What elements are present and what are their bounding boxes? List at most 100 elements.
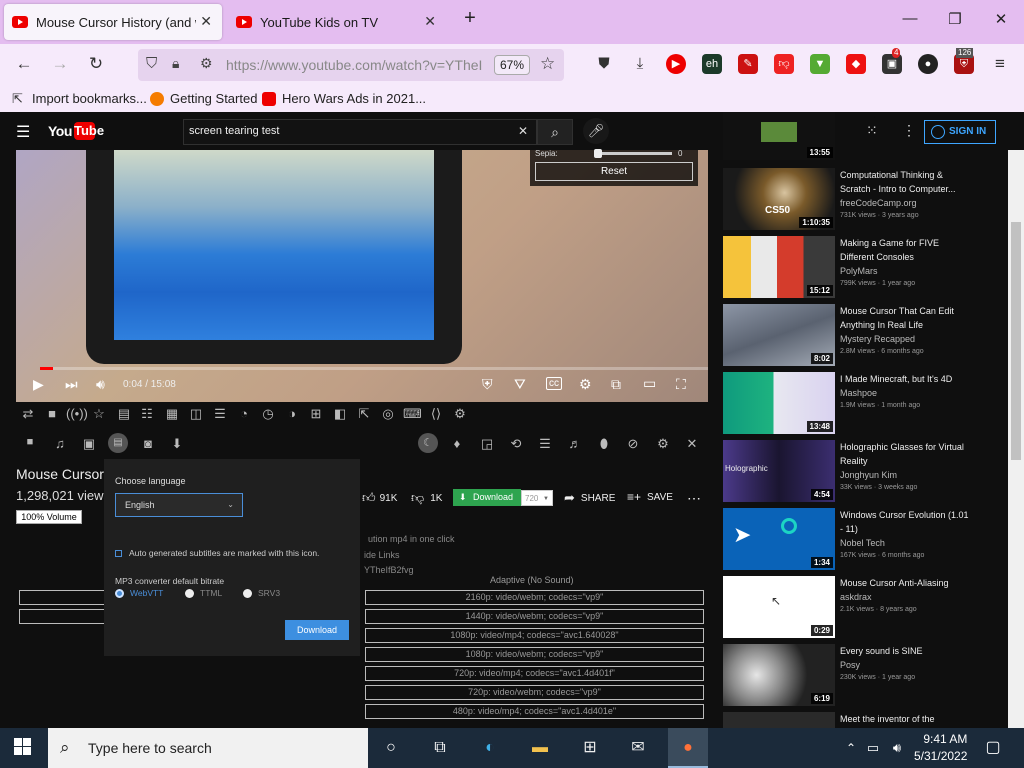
format-link[interactable]: 1440p: video/webm; codecs="vp9"	[365, 609, 704, 624]
code-icon[interactable]: ⟨⟩	[427, 406, 445, 422]
radio-ttml[interactable]: TTML	[185, 588, 222, 598]
radio-webvtt[interactable]: WebVTT	[115, 588, 163, 598]
taskbar-search-input[interactable]: ⌕ Type here to search	[48, 728, 368, 768]
format-link[interactable]: 720p: video/webm; codecs="vp9"	[365, 685, 704, 700]
extension-play-icon[interactable]: ▶	[666, 54, 686, 74]
start-windows-icon[interactable]	[14, 738, 32, 756]
close-toolbar-icon[interactable]: ✕	[683, 436, 701, 452]
network-icon[interactable]: ▭	[860, 736, 886, 760]
channel-name[interactable]: PolyMars	[840, 266, 878, 276]
close-tab-icon[interactable]: ✕	[200, 13, 212, 30]
screen-icon[interactable]: ▤	[115, 406, 133, 422]
sponsor-shield-icon[interactable]: ⛨	[482, 376, 493, 393]
mail-icon[interactable]: ✉	[625, 736, 651, 760]
next-icon[interactable]: ⏭	[65, 376, 78, 393]
hamburger-menu-icon[interactable]: ☰	[16, 122, 30, 142]
tab-mouse-cursor-history[interactable]: Mouse Cursor History (and why ✕	[4, 4, 222, 40]
extension-record-icon[interactable]: ●	[918, 54, 938, 74]
chart-icon[interactable]: ◔	[235, 406, 253, 421]
popup-download-button[interactable]: Download	[285, 620, 349, 640]
lightbulb-icon[interactable]: ♦	[448, 436, 466, 451]
download-circle-icon[interactable]: ⬇	[168, 436, 186, 452]
shield-icon[interactable]: ⛉	[146, 55, 157, 72]
close-tab-icon[interactable]: ✕	[424, 13, 436, 30]
extension-pen-icon[interactable]: ✎	[738, 54, 758, 74]
downloads-icon[interactable]: ⤓	[630, 54, 650, 74]
scrollbar-thumb[interactable]	[1011, 222, 1021, 460]
channel-name[interactable]: Posy	[840, 660, 860, 670]
reset-button[interactable]: Reset	[535, 162, 693, 181]
recommendation-item[interactable]: 8:02 Mouse Cursor That Can Edit Anything …	[723, 304, 1013, 366]
language-select[interactable]: English ⌄	[115, 493, 243, 517]
recommendation-item[interactable]: 13:55	[723, 112, 1013, 160]
camera-icon[interactable]: ◎	[379, 406, 397, 422]
tab-youtube-kids[interactable]: YouTube Kids on TV ✕	[228, 4, 446, 40]
sepia-slider[interactable]	[594, 149, 672, 158]
maximize-icon[interactable]: ❐	[940, 10, 970, 28]
sliders-icon[interactable]: ☷	[138, 406, 156, 422]
minimize-icon[interactable]: —	[895, 10, 925, 27]
menu-icon[interactable]: ≡	[988, 54, 1012, 74]
play-icon[interactable]: ▶	[33, 376, 44, 393]
more-actions-icon[interactable]: ⋯	[687, 490, 701, 507]
url-text[interactable]: https://www.youtube.com/watch?v=YTheI	[226, 57, 482, 73]
firefox-taskbar-icon[interactable]: ●	[668, 728, 708, 768]
save-button[interactable]: ≡+ SAVE	[627, 490, 673, 504]
address-bar[interactable]: ⛉ 🔒︎ ⚙ https://www.youtube.com/watch?v=Y…	[138, 49, 564, 81]
theater-mode-icon[interactable]: ▭	[643, 375, 656, 392]
volume-icon[interactable]: 🔊︎	[884, 736, 910, 760]
like-button[interactable]: 👍︎ 91K	[362, 490, 397, 506]
split-icon[interactable]: ◧	[331, 406, 349, 422]
popout-icon[interactable]: ◲	[478, 436, 496, 452]
system-clock[interactable]: 9:41 AM 5/31/2022	[914, 731, 967, 765]
music-icon[interactable]: ♫	[51, 436, 69, 451]
channel-name[interactable]: Nobel Tech	[840, 538, 885, 548]
notifications-icon[interactable]: ▢	[980, 736, 1006, 760]
clear-search-icon[interactable]: ✕	[518, 124, 528, 138]
back-icon[interactable]: ←	[12, 54, 36, 74]
settings-gear-icon[interactable]: ⚙	[451, 406, 469, 422]
repeat-icon[interactable]: ⟲	[507, 436, 525, 452]
expand-icon[interactable]: ⇱	[355, 406, 373, 422]
speed-icon[interactable]: ◷	[259, 406, 277, 422]
dark-mode-icon[interactable]: ☾	[418, 433, 438, 453]
sepia-slider-handle[interactable]	[594, 149, 602, 158]
file-explorer-icon[interactable]: ▬	[527, 736, 553, 760]
captions-icon[interactable]: cc	[546, 377, 562, 390]
screenshot-icon[interactable]: ◙	[139, 436, 157, 451]
youtube-logo[interactable]: You Tube	[48, 122, 104, 142]
download-button[interactable]: ⬇ Download	[453, 489, 521, 506]
format-link[interactable]: 720p: video/mp4; codecs="avc1.4d401f"	[365, 666, 704, 681]
extension-download-icon[interactable]: ▼	[810, 54, 830, 74]
cortana-icon[interactable]: ○	[378, 736, 404, 760]
share-button[interactable]: ➦ SHARE	[564, 490, 615, 506]
sponsor-play-icon[interactable]: ⛛	[514, 376, 526, 393]
keyboard-icon[interactable]: ⌨	[403, 406, 422, 422]
search-query[interactable]: screen tearing test	[189, 125, 280, 137]
channel-name[interactable]: Mystery Recapped	[840, 334, 915, 344]
search-button[interactable]: ⌕	[537, 119, 573, 145]
loop-icon[interactable]: ⇄	[19, 406, 37, 422]
extension-multi-icon[interactable]: ▣ 4	[882, 48, 902, 74]
permissions-icon[interactable]: ⚙	[200, 55, 213, 72]
format-link[interactable]: 480p: video/mp4; codecs="avc1.4d401e"	[365, 704, 704, 719]
extension-eh-icon[interactable]: eh	[702, 54, 722, 74]
star-icon[interactable]: ☆	[90, 406, 108, 422]
gear-icon[interactable]: ⚙	[654, 436, 672, 452]
film-icon[interactable]: ▦	[163, 406, 181, 422]
reload-icon[interactable]: ↻	[84, 54, 108, 74]
subtitles-icon[interactable]: ▤	[108, 433, 128, 453]
brightness-icon[interactable]: ◑	[283, 406, 301, 421]
video-camera-icon[interactable]: ■	[21, 436, 39, 448]
video-player[interactable]: ▶ ⏭ 🔊︎ 0:04 / 15:08 ⛨ ⛛ cc ⚙ ⧉ ▭ ⛶	[16, 150, 708, 402]
channel-name[interactable]: askdrax	[840, 592, 872, 602]
empty-format-box[interactable]	[19, 609, 105, 624]
radio-srv3[interactable]: SRV3	[243, 588, 280, 598]
channel-name[interactable]: Mashpoe	[840, 388, 877, 398]
fullscreen-icon[interactable]: ⛶	[676, 376, 686, 393]
recommendation-item[interactable]: 15:12 Making a Game for FIVE Different Co…	[723, 236, 1013, 298]
headphones-icon[interactable]: ♬	[566, 436, 584, 451]
extension-dislike-icon[interactable]: 👎︎	[774, 54, 794, 74]
ublock-icon[interactable]: ⛨ 126	[954, 48, 974, 74]
bookmark-star-icon[interactable]: ☆	[540, 54, 555, 74]
